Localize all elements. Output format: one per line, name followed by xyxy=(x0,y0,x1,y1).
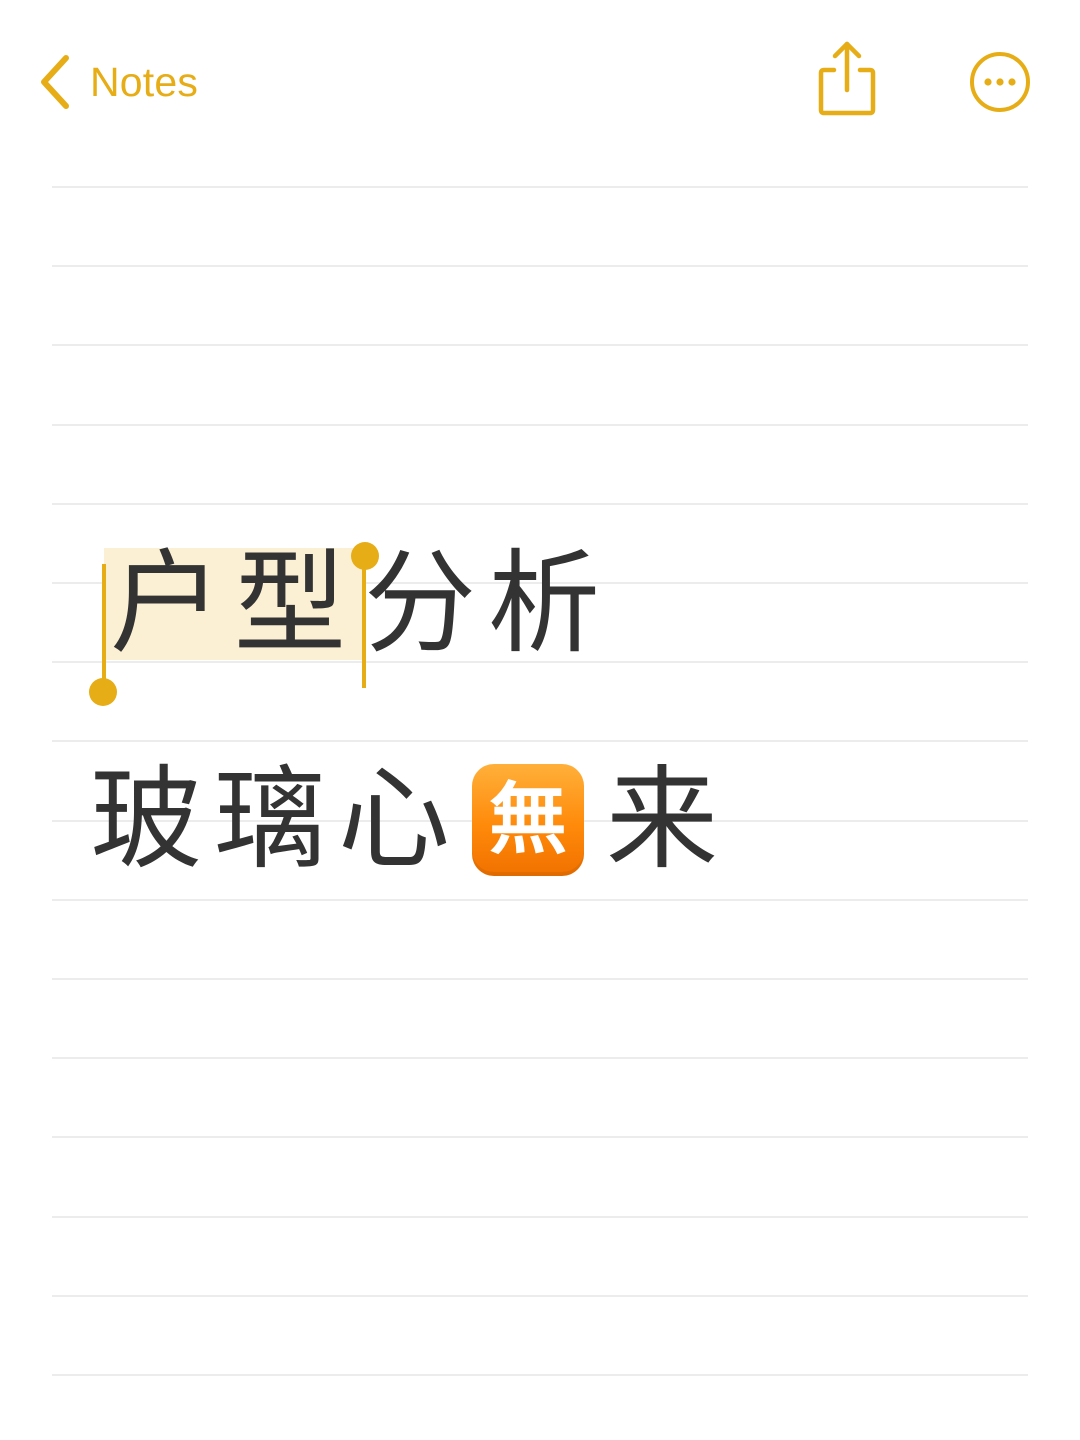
subtitle-text-before: 玻璃心 xyxy=(90,755,462,885)
ruled-line xyxy=(52,1136,1028,1138)
ruled-line xyxy=(52,1057,1028,1059)
selected-text-content: 户型 xyxy=(110,539,358,669)
note-line-title[interactable]: 户型 分析 xyxy=(89,525,1030,706)
ruled-line xyxy=(52,899,1028,901)
note-line-subtitle[interactable]: 玻璃心 無 来 xyxy=(90,741,1030,899)
selection-start-bar xyxy=(102,564,106,692)
ruled-line xyxy=(52,503,1028,505)
ruled-line xyxy=(52,424,1028,426)
ruled-line xyxy=(52,978,1028,980)
ruled-line xyxy=(52,186,1028,188)
note-body[interactable]: 户型 分析 玻璃心 無 来 xyxy=(89,525,1030,899)
ruled-line xyxy=(52,265,1028,267)
selection-end-handle[interactable] xyxy=(351,542,379,570)
subtitle-text-after: 来 xyxy=(606,755,730,885)
ruled-line xyxy=(52,344,1028,346)
emoji-character: 無 xyxy=(488,775,567,865)
ruled-line xyxy=(52,1216,1028,1218)
ruled-line xyxy=(52,1374,1028,1376)
selection-start-handle[interactable] xyxy=(89,678,117,706)
selection-end-bar xyxy=(362,554,366,688)
selected-text[interactable]: 户型 xyxy=(89,542,379,706)
free-of-charge-emoji: 無 xyxy=(472,764,584,876)
title-rest-text: 分析 xyxy=(364,539,612,669)
ruled-line xyxy=(52,1295,1028,1297)
